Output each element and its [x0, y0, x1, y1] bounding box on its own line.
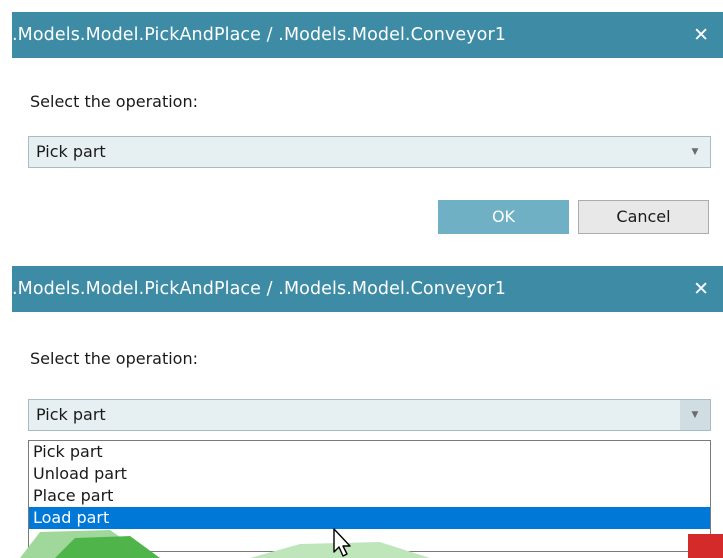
operation-combobox[interactable]: Pick part ▼	[28, 399, 711, 431]
dialog-titlebar: .Models.Model.PickAndPlace / .Models.Mod…	[12, 266, 723, 312]
mouse-pointer-icon	[333, 528, 351, 557]
background-scene	[20, 530, 723, 558]
combo-selected-value: Pick part	[36, 142, 106, 161]
operation-combobox[interactable]: Pick part ▼	[28, 136, 711, 168]
dialog-title: .Models.Model.PickAndPlace / .Models.Mod…	[12, 25, 507, 45]
close-icon[interactable]: ✕	[693, 266, 709, 312]
chevron-down-icon[interactable]: ▼	[680, 137, 710, 167]
cancel-button[interactable]: Cancel	[578, 200, 709, 234]
dropdown-option-pick-part[interactable]: Pick part	[29, 441, 710, 463]
dropdown-option-unload-part[interactable]: Unload part	[29, 463, 710, 485]
operation-prompt: Select the operation:	[30, 92, 198, 111]
ok-button[interactable]: OK	[438, 200, 569, 234]
dialog-title: .Models.Model.PickAndPlace / .Models.Mod…	[12, 279, 507, 299]
close-icon[interactable]: ✕	[693, 12, 709, 58]
operation-prompt: Select the operation:	[30, 349, 198, 368]
combo-selected-value: Pick part	[36, 405, 106, 424]
chevron-down-icon[interactable]: ▼	[680, 400, 710, 430]
operation-dialog-closed: .Models.Model.PickAndPlace / .Models.Mod…	[12, 12, 723, 248]
dropdown-option-place-part[interactable]: Place part	[29, 485, 710, 507]
operation-dialog-open: .Models.Model.PickAndPlace / .Models.Mod…	[12, 266, 723, 558]
dialog-titlebar: .Models.Model.PickAndPlace / .Models.Mod…	[12, 12, 723, 58]
